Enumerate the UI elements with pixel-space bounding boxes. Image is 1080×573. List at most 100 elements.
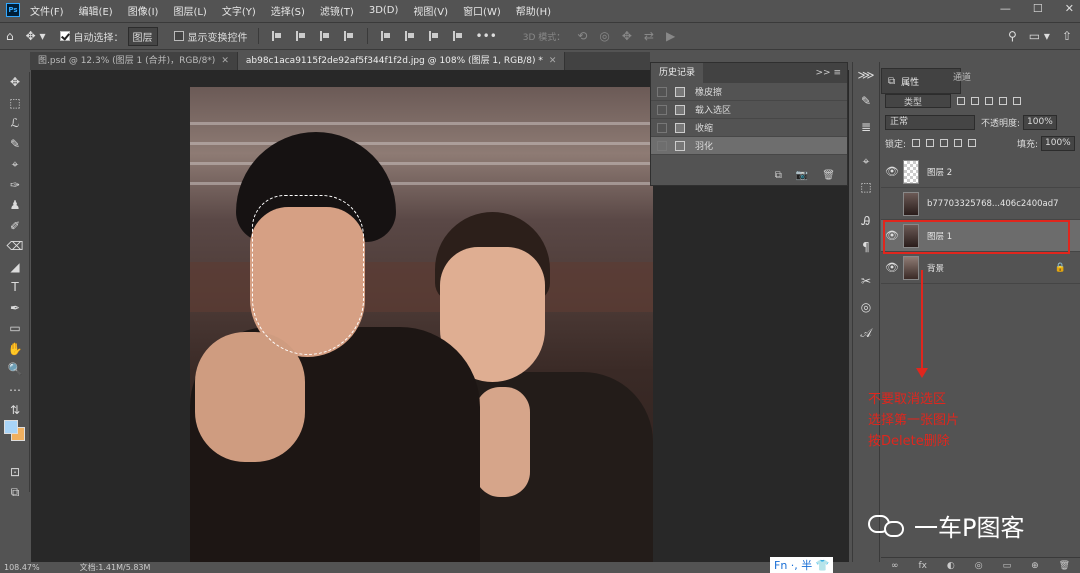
pen-tool-icon[interactable]: ✒ <box>0 298 30 319</box>
menu-view[interactable]: 视图(V) <box>413 3 448 18</box>
filter-type-icon[interactable] <box>985 97 993 105</box>
menu-image[interactable]: 图像(I) <box>128 3 159 18</box>
eyedropper-tool-icon[interactable]: ⌖ <box>0 154 30 175</box>
type-tool-icon[interactable]: T <box>0 277 30 298</box>
adjustment-layer-icon[interactable]: ◎ <box>975 561 983 571</box>
auto-select-dropdown[interactable]: 图层 <box>127 26 158 46</box>
close-tab-icon[interactable]: ✕ <box>221 56 229 66</box>
eraser-tool-icon[interactable]: ⌫ <box>0 236 30 257</box>
rectangle-tool-icon[interactable]: ▭ <box>0 318 30 339</box>
workspace-icon[interactable]: ▭ ▾ <box>1029 29 1050 43</box>
layer-row[interactable]: 👁 图层 2 <box>881 156 1080 188</box>
quick-select-tool-icon[interactable]: ✎ <box>0 134 30 155</box>
brush-settings-icon[interactable]: ✎ <box>853 88 879 114</box>
brush-tool-icon[interactable]: ✑ <box>0 175 30 196</box>
share-icon[interactable]: ⇧ <box>1062 29 1072 43</box>
auto-select-checkbox[interactable] <box>59 31 70 41</box>
filter-shape-icon[interactable] <box>999 97 1007 105</box>
more-options-icon[interactable]: ••• <box>476 29 497 43</box>
move-tool-icon[interactable]: ✥ <box>0 72 30 93</box>
history-item[interactable]: 收缩 <box>651 119 847 137</box>
photo-canvas[interactable] <box>190 87 653 562</box>
link-layers-icon[interactable]: ∞ <box>891 561 899 571</box>
menu-layer[interactable]: 图层(L) <box>173 3 206 18</box>
history-item-selected[interactable]: 羽化 <box>651 137 847 155</box>
menu-select[interactable]: 选择(S) <box>271 3 305 18</box>
properties-tab[interactable]: ⧉ 属性 <box>881 68 961 94</box>
visibility-eye-icon[interactable]: 👁 <box>881 197 903 210</box>
brushes-icon[interactable]: ≣ <box>853 114 879 140</box>
zoom-level[interactable]: 108.47% <box>4 563 40 572</box>
minimize-button[interactable]: — <box>1000 2 1011 15</box>
history-checkbox[interactable] <box>657 86 667 97</box>
clone-source-icon[interactable]: ⌖ <box>853 148 879 174</box>
document-tab-active[interactable]: ab98c1aca9115f2de92af5f344f1f2d.jpg @ 10… <box>237 52 566 70</box>
history-panel-tab[interactable]: 历史记录 <box>651 63 704 83</box>
layer-kind-dropdown[interactable]: 类型 <box>885 94 951 108</box>
menu-filter[interactable]: 滤镜(T) <box>320 3 354 18</box>
layer-style-icon[interactable]: fx <box>918 561 927 571</box>
history-checkbox[interactable] <box>657 140 667 151</box>
marquee-tool-icon[interactable]: ⬚ <box>0 93 30 114</box>
clone-stamp-tool-icon[interactable]: ♟ <box>0 195 30 216</box>
tool-presets-icon[interactable]: ✂ <box>853 268 879 294</box>
close-window-button[interactable]: ✕ <box>1065 2 1074 15</box>
libraries-icon[interactable]: ◎ <box>853 294 879 320</box>
align-top-icon[interactable] <box>380 31 391 41</box>
opacity-input[interactable]: 100% <box>1023 114 1058 130</box>
close-tab-icon[interactable]: ✕ <box>549 56 557 66</box>
add-mask-icon[interactable]: ◐ <box>947 561 955 571</box>
align-right-icon[interactable] <box>319 31 330 41</box>
zoom-tool-icon[interactable]: 🔍 <box>0 359 30 380</box>
lock-artboard-icon[interactable] <box>954 139 963 147</box>
slide-3d-icon[interactable]: ⇄ <box>644 29 654 43</box>
delete-layer-icon[interactable]: 🗑 <box>1059 561 1070 571</box>
glyphs-icon[interactable]: 𝒜 <box>853 320 879 346</box>
layer-row[interactable]: 👁 背景 🔒 <box>881 252 1080 284</box>
show-transform-checkbox[interactable] <box>173 31 184 41</box>
layer-row[interactable]: 👁 b77703325768...406c2400ad7 <box>881 188 1080 220</box>
roll-3d-icon[interactable]: ◎ <box>599 29 609 43</box>
search-icon[interactable]: ⚲ <box>1008 29 1017 43</box>
snapshot-camera-icon[interactable]: 📷 <box>796 170 808 181</box>
lock-transparent-icon[interactable] <box>912 139 921 147</box>
new-group-icon[interactable]: ▭ <box>1003 561 1012 571</box>
scale-3d-icon[interactable]: ▶ <box>666 29 675 43</box>
foreground-color-swatch[interactable] <box>4 420 18 434</box>
history-brush-tool-icon[interactable]: ✐ <box>0 216 30 237</box>
ime-indicator[interactable]: Fn ·, 半 👕 <box>770 557 834 573</box>
filter-smart-object-icon[interactable] <box>1013 97 1021 105</box>
visibility-eye-icon[interactable]: 👁 <box>881 165 903 178</box>
lock-all-icon[interactable] <box>968 139 977 147</box>
screen-mode-icon[interactable]: ⧉ <box>0 482 30 503</box>
history-panel-icon[interactable]: ⬚ <box>853 174 879 200</box>
history-item[interactable]: 橡皮擦 <box>651 83 847 101</box>
align-left-icon[interactable] <box>271 31 282 41</box>
swap-colors-icon[interactable]: ⇅ <box>0 400 30 421</box>
menu-window[interactable]: 窗口(W) <box>463 3 501 18</box>
gradient-tool-icon[interactable]: ◢ <box>0 257 30 278</box>
fill-input[interactable]: 100% <box>1041 135 1075 151</box>
character-icon[interactable]: Ꭿ <box>853 208 879 234</box>
align-middle-icon[interactable] <box>404 31 415 41</box>
align-bottom-icon[interactable] <box>428 31 439 41</box>
channels-tab[interactable]: 通道 <box>953 70 971 83</box>
menu-file[interactable]: 文件(F) <box>30 3 64 18</box>
new-document-from-state-icon[interactable]: ⧉ <box>775 170 782 181</box>
align-center-icon[interactable] <box>295 31 306 41</box>
blend-mode-dropdown[interactable]: 正常 <box>885 114 975 130</box>
menu-type[interactable]: 文字(Y) <box>222 3 256 18</box>
pan-3d-icon[interactable]: ✥ <box>622 29 632 43</box>
orbit-3d-icon[interactable]: ⟲ <box>577 29 587 43</box>
history-item[interactable]: 载入选区 <box>651 101 847 119</box>
menu-edit[interactable]: 编辑(E) <box>79 3 113 18</box>
move-tool-preset-icon[interactable]: ✥ ▾ <box>26 29 46 43</box>
panel-menu-icon[interactable]: >> ≡ <box>816 68 841 78</box>
document-size[interactable]: 文档:1.41M/5.83M <box>80 562 151 573</box>
menu-3d[interactable]: 3D(D) <box>369 5 399 16</box>
menu-help[interactable]: 帮助(H) <box>516 3 551 18</box>
trash-icon[interactable]: 🗑 <box>822 170 835 181</box>
new-layer-icon[interactable]: ⊕ <box>1031 561 1039 571</box>
distribute-icon[interactable] <box>343 31 354 41</box>
visibility-eye-icon[interactable]: 👁 <box>881 261 903 274</box>
